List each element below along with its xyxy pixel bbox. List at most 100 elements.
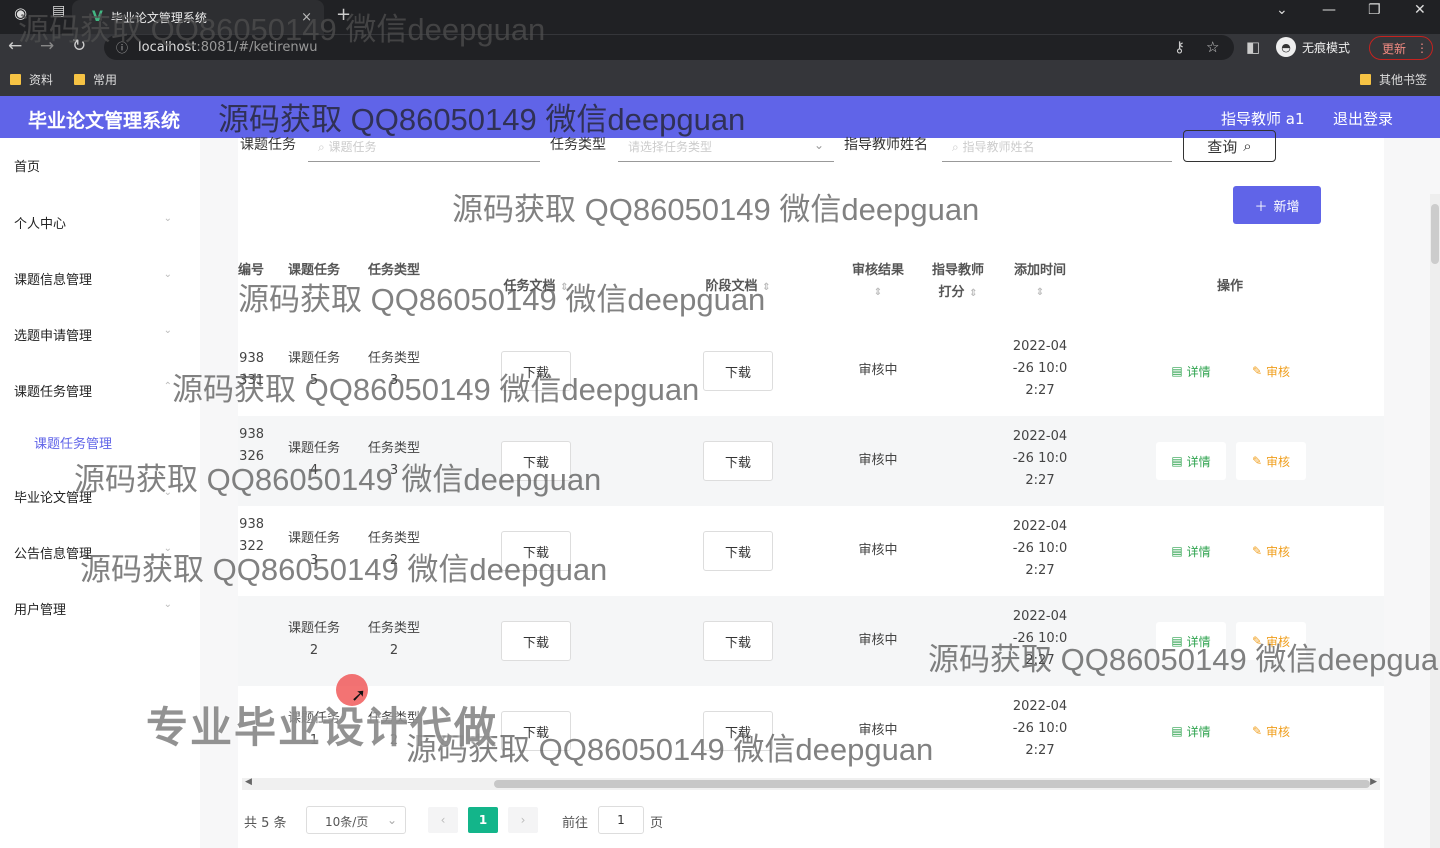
page-size-select[interactable]: 10条/页 ⌄ — [306, 806, 406, 834]
restore-icon[interactable]: ❐ — [1368, 2, 1381, 18]
type-select[interactable]: 请选择任务类型 ⌄ — [618, 132, 834, 162]
time-line: 2022-04 — [1012, 339, 1068, 354]
time-line: 2:27 — [1025, 743, 1055, 758]
col-header-stage-file[interactable]: 阶段文档 ⇕ — [696, 276, 780, 299]
sidebar-item-home[interactable]: 首页 — [14, 156, 184, 175]
detail-button[interactable]: ▤ 详情 — [1156, 532, 1226, 570]
download-stage-file-button[interactable]: 下载 — [703, 441, 773, 481]
sidebar-item-thesis[interactable]: 毕业论文管理 ⌄ — [14, 487, 184, 506]
site-info-icon[interactable]: ⓘ — [116, 39, 128, 56]
sidebar-item-topic-info[interactable]: 课题信息管理 ⌄ — [14, 269, 184, 288]
col-header-label: 审核结果 — [851, 263, 904, 278]
task-search-input[interactable]: ⌕ 课题任务 — [308, 132, 540, 162]
sort-icon[interactable]: ⇕ — [560, 282, 568, 293]
sidebar-item-notice[interactable]: 公告信息管理 ⌄ — [14, 543, 184, 562]
scrollbar-thumb[interactable] — [1431, 204, 1439, 264]
tab-list-icon[interactable]: ▤ — [52, 3, 65, 19]
col-header-label: 打分 — [938, 285, 965, 300]
detail-button[interactable]: ▤ 详情 — [1156, 622, 1226, 660]
audit-button[interactable]: ✎ 审核 — [1236, 532, 1306, 570]
detail-label: 详情 — [1186, 364, 1211, 379]
chevron-down-icon: ⌄ — [163, 487, 172, 498]
download-stage-file-button[interactable]: 下载 — [703, 621, 773, 661]
goto-page-input[interactable]: 1 — [598, 806, 644, 834]
minimize-icon[interactable]: — — [1322, 2, 1336, 18]
folder-icon — [10, 74, 21, 85]
browser-logo-icon[interactable]: ◉ — [14, 4, 27, 22]
query-button[interactable]: 查询 ⌕ — [1183, 130, 1276, 162]
sidebar-item-topic-apply[interactable]: 选题申请管理 ⌄ — [14, 325, 184, 344]
logout-link[interactable]: 退出登录 — [1333, 108, 1393, 129]
download-task-file-button[interactable]: 下载 — [501, 711, 571, 751]
key-icon[interactable]: ⚷ — [1174, 38, 1185, 56]
scroll-right-icon[interactable]: ▶ — [1370, 777, 1377, 787]
detail-button[interactable]: ▤ 详情 — [1156, 442, 1226, 480]
prev-page-button[interactable]: ‹ — [428, 807, 458, 833]
audit-label: 审核 — [1266, 364, 1291, 379]
sort-icon[interactable]: ⇕ — [1008, 282, 1072, 304]
side-panel-icon[interactable]: ◧ — [1246, 38, 1260, 56]
back-icon[interactable]: ← — [8, 36, 22, 56]
type-select-placeholder: 请选择任务类型 — [628, 140, 713, 154]
plus-icon: ＋ — [1254, 199, 1268, 215]
table-horizontal-scrollbar[interactable]: ◀ ▶ — [242, 777, 1380, 790]
other-bookmarks[interactable]: 其他书签 — [1360, 71, 1427, 88]
sidebar-subitem-topic-task[interactable]: 课题任务管理 — [34, 433, 112, 452]
update-button[interactable]: 更新 ⋮ — [1369, 36, 1433, 60]
bookmark-folder[interactable]: 资料 — [10, 71, 53, 88]
tab-search-icon[interactable]: ⌄ — [1276, 2, 1288, 18]
download-stage-file-button[interactable]: 下载 — [703, 531, 773, 571]
forward-icon[interactable]: → — [40, 36, 54, 56]
new-tab-button[interactable]: + — [336, 4, 351, 25]
download-task-file-button[interactable]: 下载 — [501, 531, 571, 571]
scroll-left-icon[interactable]: ◀ — [245, 777, 252, 787]
sidebar-item-users[interactable]: 用户管理 ⌄ — [14, 599, 184, 618]
detail-button[interactable]: ▤ 详情 — [1156, 712, 1226, 750]
sidebar-item-topic-task[interactable]: 课题任务管理 ⌃ — [14, 381, 184, 400]
teacher-search-input[interactable]: ⌕ 指导教师姓名 — [942, 132, 1172, 162]
reload-icon[interactable]: ↻ — [72, 36, 86, 56]
tab-close-icon[interactable]: × — [301, 10, 312, 25]
next-page-button[interactable]: › — [508, 807, 538, 833]
col-header-score[interactable]: 指导教师 打分 ⇕ — [928, 260, 988, 305]
page-vertical-scrollbar[interactable] — [1430, 194, 1440, 848]
col-header-task-file[interactable]: 任务文档 ⇕ — [494, 276, 578, 299]
row-no: 938 322 — [238, 514, 264, 558]
detail-button[interactable]: ▤ 详情 — [1156, 352, 1226, 390]
sidebar-item-profile[interactable]: 个人中心 ⌄ — [14, 213, 184, 232]
incognito-indicator[interactable]: ◓ 无痕模式 — [1276, 37, 1350, 57]
download-task-file-button[interactable]: 下载 — [501, 621, 571, 661]
col-header-audit-result[interactable]: 审核结果 ⇕ — [848, 260, 908, 304]
row-no-part: 938 — [239, 351, 264, 366]
row-type-line: 任务类型 — [367, 351, 420, 366]
download-stage-file-button[interactable]: 下载 — [703, 351, 773, 391]
bookmark-star-icon[interactable]: ☆ — [1206, 38, 1219, 56]
sort-icon[interactable]: ⇕ — [762, 282, 770, 293]
row-status: 审核中 — [858, 543, 898, 558]
app-title: 毕业论文管理系统 — [28, 110, 181, 132]
audit-button[interactable]: ✎ 审核 — [1236, 622, 1306, 660]
stamp-icon: ✎ — [1251, 544, 1263, 558]
audit-button[interactable]: ✎ 审核 — [1236, 712, 1306, 750]
more-menu-icon[interactable]: ⋮ — [1416, 41, 1428, 55]
audit-button[interactable]: ✎ 审核 — [1236, 442, 1306, 480]
row-status: 审核中 — [858, 453, 898, 468]
sort-icon[interactable]: ⇕ — [969, 288, 977, 299]
download-stage-file-button[interactable]: 下载 — [703, 711, 773, 751]
page-number-button[interactable]: 1 — [468, 807, 498, 833]
scrollbar-thumb[interactable] — [494, 780, 1370, 788]
add-button[interactable]: ＋ 新增 — [1233, 186, 1321, 224]
col-header-added-time[interactable]: 添加时间 ⇕ — [1008, 260, 1072, 304]
download-task-file-button[interactable]: 下载 — [501, 441, 571, 481]
download-task-file-button[interactable]: 下载 — [501, 351, 571, 391]
col-header-type[interactable]: 任务类型 — [364, 260, 424, 282]
audit-button[interactable]: ✎ 审核 — [1236, 352, 1306, 390]
col-header-task[interactable]: 课题任务 — [284, 260, 344, 282]
row-task-line: 3 — [309, 553, 319, 568]
sort-icon[interactable]: ⇕ — [848, 282, 908, 304]
bookmark-folder[interactable]: 常用 — [74, 71, 117, 88]
browser-tab[interactable]: V 毕业论文管理系统 × — [72, 0, 324, 34]
col-header-no[interactable]: 编号 — [238, 260, 264, 282]
address-bar[interactable]: ⓘ localhost:8081/#/ketirenwu — [104, 35, 1234, 60]
close-window-icon[interactable]: ✕ — [1414, 2, 1426, 18]
